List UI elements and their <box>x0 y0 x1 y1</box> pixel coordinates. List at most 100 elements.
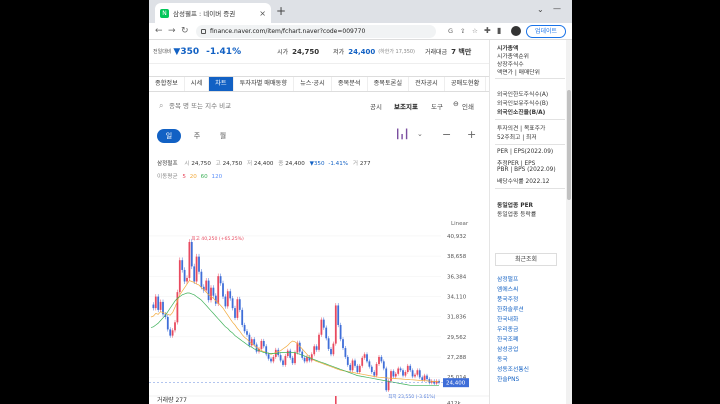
candle-body <box>373 372 376 376</box>
open-value: 24,750 <box>292 47 320 56</box>
tab-discussion[interactable]: 종목토론실 <box>368 77 410 91</box>
recent-stock-link[interactable]: 삼정펄프 <box>497 274 518 283</box>
zoom-in-icon[interactable]: + <box>467 128 476 141</box>
candle-body <box>176 292 179 323</box>
candle-body <box>330 348 332 355</box>
print-link[interactable]: 인쇄 <box>462 101 474 111</box>
open-label: 시 <box>184 161 190 167</box>
minimize-icon[interactable]: — <box>553 4 561 13</box>
candle-body <box>193 266 196 282</box>
candle-body <box>356 365 359 373</box>
candle-body <box>332 343 335 355</box>
forward-icon[interactable]: → <box>168 25 176 37</box>
tab-disclosure[interactable]: 전자공시 <box>409 77 445 91</box>
indicators-link[interactable]: 보조지표 <box>394 101 418 111</box>
period-month-button[interactable]: 월 <box>214 129 232 143</box>
candle-body <box>253 339 256 345</box>
recent-stock-link[interactable]: 한국내화 <box>497 314 518 323</box>
candle-body <box>183 269 186 282</box>
tab-close-icon[interactable]: × <box>259 9 266 18</box>
tab-chart[interactable]: 차트 <box>209 77 234 91</box>
new-tab-button[interactable]: + <box>276 4 286 18</box>
candle-body <box>406 365 409 373</box>
sidepanel-icon[interactable]: ▮ <box>497 26 501 35</box>
candle-body <box>325 327 328 339</box>
reload-icon[interactable]: ↻ <box>181 25 189 37</box>
candle-body <box>334 305 337 344</box>
share-icon[interactable]: ⇪ <box>460 27 465 35</box>
recent-stock-link[interactable]: 풍국주정 <box>497 294 518 303</box>
browser-tab[interactable]: N 삼성웰프 : 네이버 증권 × <box>155 3 271 23</box>
recent-stock-link[interactable]: 동국 <box>497 354 508 363</box>
address-bar[interactable]: finance.naver.com/item/fchart.naver?code… <box>196 25 436 38</box>
recent-stock-link[interactable]: 성동조선통신 <box>497 364 529 373</box>
candle-body <box>315 346 318 350</box>
recent-stock-link[interactable]: 한국조폐 <box>497 334 518 343</box>
back-icon[interactable]: ← <box>155 25 163 37</box>
candle-body <box>363 354 366 358</box>
page-content: 전일대비 ▼350 -1.41% 시가 24,750 저가 24,400 (하한… <box>149 40 572 404</box>
candle-body <box>214 295 217 304</box>
tab-analysis[interactable]: 종목분석 <box>332 77 368 91</box>
candle-body <box>387 380 390 391</box>
candle-body <box>411 370 414 377</box>
period-week-button[interactable]: 주 <box>188 129 206 143</box>
candle-body <box>236 299 239 318</box>
candle-body <box>409 365 412 371</box>
update-button[interactable]: 업데이트 <box>526 25 566 38</box>
scale-dropdown[interactable]: Linear <box>451 221 468 227</box>
tab-news[interactable]: 뉴스·공시 <box>294 77 332 91</box>
google-icon[interactable]: G <box>448 27 453 35</box>
candle-body <box>294 352 296 364</box>
candle-body <box>234 308 236 318</box>
high-label: 고 <box>215 161 221 167</box>
recent-stock-link[interactable]: 한솔PNS <box>497 374 519 383</box>
bookmark-star-icon[interactable]: ☆ <box>472 27 478 35</box>
page-scrollbar[interactable] <box>566 40 572 404</box>
candle-body <box>375 364 378 376</box>
tab-search-icon[interactable]: ⌄ <box>537 5 544 14</box>
sidebar-info-item: 외국인보유주식수(B) <box>497 101 549 107</box>
profile-avatar[interactable] <box>511 26 521 36</box>
naver-favicon-icon: N <box>160 8 169 18</box>
candle-body <box>291 357 294 364</box>
current-price-label: 24,400 <box>446 381 466 387</box>
y-tick-label: 29,562 <box>447 335 466 341</box>
candle-body <box>270 358 272 362</box>
recent-stock-link[interactable]: 삼성공업 <box>497 344 518 353</box>
recent-stock-link[interactable]: 엠에스씨 <box>497 284 518 293</box>
change-value: ▼350 <box>309 161 325 167</box>
y-tick-label: 34,110 <box>447 294 467 300</box>
tab-quote[interactable]: 시세 <box>185 77 210 91</box>
candle-body <box>217 276 220 304</box>
extensions-icon[interactable]: ✚ <box>484 26 491 35</box>
zoom-out-icon[interactable]: − <box>442 128 451 141</box>
tab-overview[interactable]: 종합정보 <box>149 77 185 91</box>
candle-body <box>190 241 193 267</box>
tab-short-selling[interactable]: 공매도현황 <box>445 77 487 91</box>
stock-chart[interactable]: 40,932 38,658 36,384 34,110 31,836 29,562 27,2… <box>149 180 489 404</box>
candle-body <box>171 330 174 336</box>
period-day-button[interactable]: 일 <box>157 129 181 143</box>
candle-body <box>289 350 292 358</box>
candlestick-type-icon[interactable]: ┃╻┃ <box>395 130 409 140</box>
candle-body <box>210 287 212 301</box>
disclosure-link[interactable]: 공시 <box>370 101 382 111</box>
chart-type-dropdown-icon[interactable]: ⌄ <box>417 130 423 138</box>
candle-body <box>226 291 229 307</box>
price-chart-svg[interactable]: 40,932 38,658 36,384 34,110 31,836 29,562 27,2… <box>149 180 489 404</box>
tab-investor-trading[interactable]: 투자자별 매매동향 <box>234 77 295 91</box>
recent-stock-link[interactable]: 우리종금 <box>497 324 518 333</box>
tools-link[interactable]: 도구 <box>431 101 443 111</box>
close-value: 24,400 <box>285 161 305 167</box>
y-tick-label: 36,384 <box>447 274 467 280</box>
change-pct: -1.41% <box>206 46 242 57</box>
url-text: finance.naver.com/item/fchart.naver?code… <box>210 28 366 35</box>
recent-stock-link[interactable]: 한화솔루션 <box>497 304 524 313</box>
compare-search-input[interactable] <box>169 99 289 112</box>
scrollbar-thumb[interactable] <box>567 90 571 200</box>
candle-body <box>169 329 172 336</box>
candle-body <box>397 368 400 374</box>
print-icon[interactable]: ⊖ <box>453 100 459 108</box>
recent-views-header: 최근조회 <box>495 253 557 266</box>
